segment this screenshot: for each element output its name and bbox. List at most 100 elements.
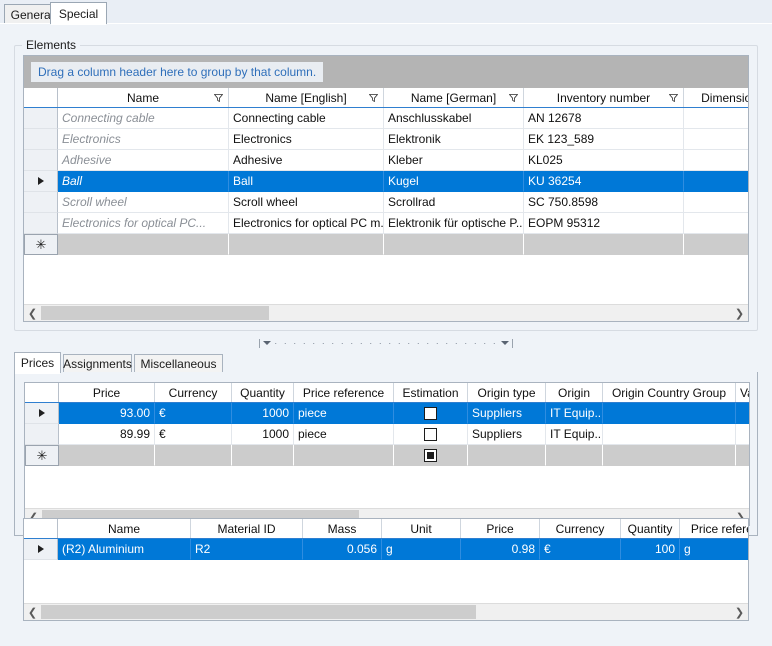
new-row-indicator[interactable]: ✳ (25, 445, 59, 466)
materials-column-header-price-reference[interactable]: Price reference (680, 519, 749, 538)
cell-dimensions[interactable] (684, 150, 749, 171)
table-row-selected[interactable]: 93.00 € 1000 piece Suppliers IT Equip... (25, 403, 749, 424)
cell-name-english[interactable]: Ball (229, 171, 384, 192)
cell-origin[interactable]: IT Equip... (546, 424, 603, 445)
table-row-selected[interactable]: (R2) Aluminium R2 0.056 g 0.98 € 100 g (24, 539, 748, 560)
elements-grid-hscrollbar[interactable]: ❮ ❯ (24, 304, 748, 321)
cell-inventory-number[interactable]: EOPM 95312 (524, 213, 684, 234)
cell-currency[interactable]: € (155, 403, 232, 424)
materials-column-header-price[interactable]: Price (461, 519, 540, 538)
elements-column-header-name[interactable]: Name (58, 88, 229, 107)
cell-name[interactable]: Electronics for optical PC... (58, 213, 229, 234)
cell-dimensions[interactable] (684, 213, 749, 234)
cell-origin-type[interactable]: Suppliers (468, 403, 546, 424)
cell-origin-country-group[interactable] (603, 403, 736, 424)
filter-icon[interactable] (214, 94, 223, 102)
cell-dimensions[interactable] (684, 129, 749, 150)
materials-column-header-quantity[interactable]: Quantity (621, 519, 680, 538)
cell-price[interactable]: 89.99 (59, 424, 155, 445)
cell-name-german[interactable]: Anschlusskabel (384, 108, 524, 129)
cell-price-reference[interactable]: g (680, 539, 749, 560)
row-indicator[interactable] (25, 424, 59, 445)
filter-icon[interactable] (509, 94, 518, 102)
cell-quantity[interactable]: 1000 (232, 403, 294, 424)
materials-scroll-thumb[interactable] (41, 605, 476, 619)
cell-name[interactable]: Connecting cable (58, 108, 229, 129)
cell-mass[interactable]: 0.056 (303, 539, 382, 560)
elements-column-header-inventory-number[interactable]: Inventory number (524, 88, 684, 107)
prices-column-header-estimation[interactable]: Estimation (394, 383, 468, 402)
cell-dimensions[interactable] (684, 108, 749, 129)
cell-quantity[interactable]: 1000 (232, 424, 294, 445)
prices-column-header-origin-type[interactable]: Origin type (468, 383, 546, 402)
cell-dimensions[interactable] (684, 192, 749, 213)
tab-assignments[interactable]: Assignments (63, 354, 132, 373)
new-row-cell-origin-type[interactable] (468, 445, 546, 466)
table-row[interactable]: Scroll wheel Scroll wheel Scrollrad SC 7… (24, 192, 748, 213)
filter-icon[interactable] (369, 94, 378, 102)
prices-column-header-origin-country-group[interactable]: Origin Country Group (603, 383, 736, 402)
cell-name[interactable]: Ball (58, 171, 229, 192)
elements-column-header-name-english[interactable]: Name [English] (229, 88, 384, 107)
cell-name-english[interactable]: Electronics for optical PC m... (229, 213, 384, 234)
new-row[interactable]: ✳ (25, 445, 749, 466)
prices-column-header-origin[interactable]: Origin (546, 383, 603, 402)
cell-estimation[interactable] (394, 403, 468, 424)
row-indicator-current[interactable] (24, 171, 58, 192)
materials-column-header-currency[interactable]: Currency (540, 519, 621, 538)
row-indicator[interactable] (24, 213, 58, 234)
cell-name-german[interactable]: Kleber (384, 150, 524, 171)
collapse-down-right-icon[interactable] (501, 341, 509, 345)
elements-column-header-name-german[interactable]: Name [German] (384, 88, 524, 107)
new-row-cell-price-reference[interactable] (294, 445, 394, 466)
cell-name-german[interactable]: Kugel (384, 171, 524, 192)
new-row-cell-dimensions[interactable] (684, 234, 749, 255)
row-indicator[interactable] (24, 192, 58, 213)
materials-column-header-unit[interactable]: Unit (382, 519, 461, 538)
row-indicator-current[interactable] (25, 403, 59, 424)
tab-special[interactable]: Special (50, 2, 107, 24)
cell-name-english[interactable]: Electronics (229, 129, 384, 150)
cell-inventory-number[interactable]: AN 12678 (524, 108, 684, 129)
new-row-cell-currency[interactable] (155, 445, 232, 466)
elements-column-header-dimensions[interactable]: Dimensions (684, 88, 749, 107)
materials-grid[interactable]: Name Material ID Mass Unit Price Currenc… (23, 518, 749, 621)
cell-name-english[interactable]: Connecting cable (229, 108, 384, 129)
cell-dimensions[interactable] (684, 171, 749, 192)
cell-origin-country-group[interactable] (603, 424, 736, 445)
cell-price[interactable]: 93.00 (59, 403, 155, 424)
cell-price-reference[interactable]: piece (294, 403, 394, 424)
new-row-cell-estimation[interactable] (394, 445, 468, 466)
prices-column-header-price[interactable]: Price (59, 383, 155, 402)
prices-column-header-price-reference[interactable]: Price reference (294, 383, 394, 402)
cell-inventory-number[interactable]: EK 123_589 (524, 129, 684, 150)
table-row[interactable]: Electronics for optical PC... Electronic… (24, 213, 748, 234)
estimation-checkbox-indeterminate[interactable] (424, 449, 437, 462)
materials-grid-hscrollbar[interactable]: ❮ ❯ (24, 603, 748, 620)
materials-column-header-name[interactable]: Name (58, 519, 191, 538)
cell-quantity[interactable]: 100 (621, 539, 680, 560)
table-row[interactable]: Connecting cable Connecting cable Anschl… (24, 108, 748, 129)
cell-inventory-number[interactable]: KU 36254 (524, 171, 684, 192)
scroll-right-icon[interactable]: ❯ (731, 604, 748, 620)
prices-grid[interactable]: Price Currency Quantity Price reference … (24, 382, 750, 526)
cell-price[interactable]: 0.98 (461, 539, 540, 560)
row-indicator-current[interactable] (24, 539, 58, 560)
table-row-selected[interactable]: Ball Ball Kugel KU 36254 (24, 171, 748, 192)
row-indicator[interactable] (24, 108, 58, 129)
elements-scroll-track[interactable] (41, 305, 731, 321)
materials-column-header-mass[interactable]: Mass (303, 519, 382, 538)
group-by-bar[interactable]: Drag a column header here to group by th… (24, 56, 748, 88)
cell-estimation[interactable] (394, 424, 468, 445)
elements-scroll-thumb[interactable] (41, 306, 269, 320)
collapse-down-left-icon[interactable] (263, 341, 271, 345)
new-row-cell-valid-from[interactable] (736, 445, 750, 466)
tab-prices[interactable]: Prices (14, 352, 61, 373)
cell-valid-from[interactable] (736, 403, 750, 424)
materials-column-header-material-id[interactable]: Material ID (191, 519, 303, 538)
scroll-right-icon[interactable]: ❯ (731, 305, 748, 321)
new-row-cell-quantity[interactable] (232, 445, 294, 466)
cell-name[interactable]: Electronics (58, 129, 229, 150)
new-row-cell-price[interactable] (59, 445, 155, 466)
cell-unit[interactable]: g (382, 539, 461, 560)
